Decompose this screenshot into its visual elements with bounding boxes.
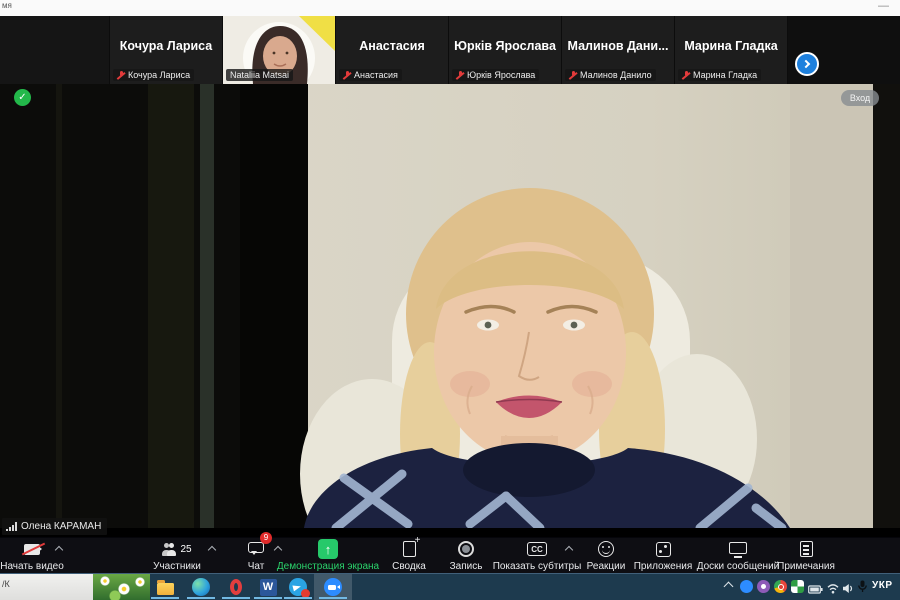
edge-icon[interactable]: [191, 577, 211, 597]
next-participants-button[interactable]: [795, 52, 819, 76]
window-titlebar: мя —: [0, 0, 900, 16]
language-indicator[interactable]: УКР: [872, 580, 893, 591]
participant-tag-text: Юрків Ярослава: [467, 70, 536, 80]
record-icon: [458, 541, 474, 557]
zoom-meeting-window: мя — Кочура Лариса Кочура Лариса Natalii…: [0, 0, 900, 600]
participant-name-tag: Анастасия: [339, 69, 402, 81]
participants-button[interactable]: 25 Участники: [142, 539, 212, 573]
participant-tile-malinov[interactable]: Малинов Дани... Малинов Данило: [562, 16, 675, 84]
microphone-icon[interactable]: [857, 580, 868, 598]
participants-icon: [167, 542, 177, 556]
participant-name-tag: Юрків Ярослава: [452, 69, 540, 81]
green-app-icon[interactable]: [791, 580, 804, 593]
zoom-icon[interactable]: [323, 577, 343, 597]
viber-icon[interactable]: [757, 580, 770, 593]
entry-badge[interactable]: Вход: [841, 90, 879, 106]
participant-tag-text: Кочура Лариса: [128, 70, 191, 80]
participant-name: Малинов Дани...: [567, 39, 669, 53]
file-explorer-icon[interactable]: [155, 577, 175, 597]
participant-tile-anastasia[interactable]: Анастасия Анастасия: [336, 16, 449, 84]
running-indicator: [151, 597, 179, 599]
participant-tile-marina[interactable]: Марина Гладка Марина Гладка: [675, 16, 788, 84]
summary-label: Сводка: [392, 561, 426, 572]
muted-mic-icon: [456, 70, 464, 80]
running-indicator: [254, 597, 282, 599]
notes-icon: [799, 541, 813, 557]
participant-name: Кочура Лариса: [119, 39, 213, 53]
participant-name: Анастасия: [359, 39, 425, 53]
telegram-icon[interactable]: [288, 577, 310, 598]
muted-mic-icon: [343, 70, 351, 80]
participant-tile-yurkiv[interactable]: Юрків Ярослава Юрків Ярослава: [449, 16, 562, 84]
speaker-video-scene: [0, 84, 900, 537]
captions-cc-icon: CC: [527, 542, 547, 556]
screen-share-icon: [318, 539, 338, 559]
participant-tag-text: Анастасия: [354, 70, 398, 80]
captions-button[interactable]: CC Показать субтитры: [483, 539, 591, 573]
participant-filmstrip: Кочура Лариса Кочура Лариса Nataliia Mat…: [0, 16, 900, 84]
muted-mic-icon: [117, 70, 125, 80]
captions-label: Показать субтитры: [492, 561, 582, 572]
shield-check-icon[interactable]: [14, 89, 31, 106]
notes-label: Примечания: [777, 561, 835, 572]
summary-button[interactable]: Сводка: [377, 535, 441, 573]
participant-tile-nataliia[interactable]: Nataliia Matsai: [223, 16, 336, 84]
chevron-right-icon: [801, 59, 811, 69]
whiteboards-icon: [729, 542, 747, 554]
start-video-label: Начать видео: [0, 561, 64, 572]
zoom-tray-icon[interactable]: [740, 580, 753, 593]
reactions-smiley-icon: [598, 541, 614, 557]
apps-icon: [655, 541, 671, 557]
speaker-name-tag: Олена КАРАМАН: [2, 518, 108, 535]
minimize-button[interactable]: —: [878, 0, 889, 12]
participant-tile-partial[interactable]: [0, 16, 110, 84]
window-title-fragment: мя: [2, 1, 12, 10]
summary-doc-icon: [402, 535, 420, 557]
participant-tag-text: Марина Гладка: [693, 70, 758, 80]
running-indicator: [222, 597, 250, 599]
participant-tag-text: Малинов Данило: [580, 70, 652, 80]
word-icon[interactable]: W: [258, 577, 278, 597]
muted-mic-icon: [569, 70, 577, 80]
speaker-name-text: Олена КАРАМАН: [21, 521, 102, 532]
desktop-wallpaper-flowers: [93, 574, 150, 600]
participant-name-tag: Малинов Данило: [565, 69, 656, 81]
running-indicator: [187, 597, 215, 599]
participant-name: Юрків Ярослава: [454, 39, 556, 53]
audio-level-bars-icon: [6, 522, 17, 531]
volume-icon[interactable]: [842, 581, 854, 599]
participant-name-tag: Nataliia Matsai: [226, 69, 294, 81]
main-video: Вход Олена КАРАМАН: [0, 84, 900, 537]
participant-tile-kochura[interactable]: Кочура Лариса Кочура Лариса: [110, 16, 223, 84]
start-video-button[interactable]: Начать видео: [0, 539, 64, 573]
background-window-peek[interactable]: /К: [0, 574, 93, 600]
battery-icon[interactable]: [808, 582, 823, 600]
participants-label: Участники: [153, 561, 201, 572]
share-screen-label: Демонстрация экрана: [276, 561, 380, 572]
record-label: Запись: [449, 561, 483, 572]
reactions-label: Реакции: [586, 561, 626, 572]
participant-name-tag: Марина Гладка: [678, 69, 762, 81]
opera-icon[interactable]: [226, 577, 246, 597]
notes-button[interactable]: Примечания: [762, 539, 850, 573]
participant-name-tag: Кочура Лариса: [113, 69, 195, 81]
participants-count: 25: [180, 543, 192, 555]
muted-mic-icon: [682, 70, 690, 80]
meeting-toolbar: Начать видео 25 Участники 9 Чат Демонстр…: [0, 532, 900, 573]
video-camera-off-icon: [24, 543, 42, 555]
participant-tag-text: Nataliia Matsai: [230, 70, 290, 80]
running-indicator: [284, 597, 312, 599]
running-indicator: [319, 597, 347, 599]
wifi-icon[interactable]: [827, 581, 839, 599]
red-app-icon[interactable]: [774, 580, 787, 593]
participant-name: Марина Гладка: [684, 39, 778, 53]
